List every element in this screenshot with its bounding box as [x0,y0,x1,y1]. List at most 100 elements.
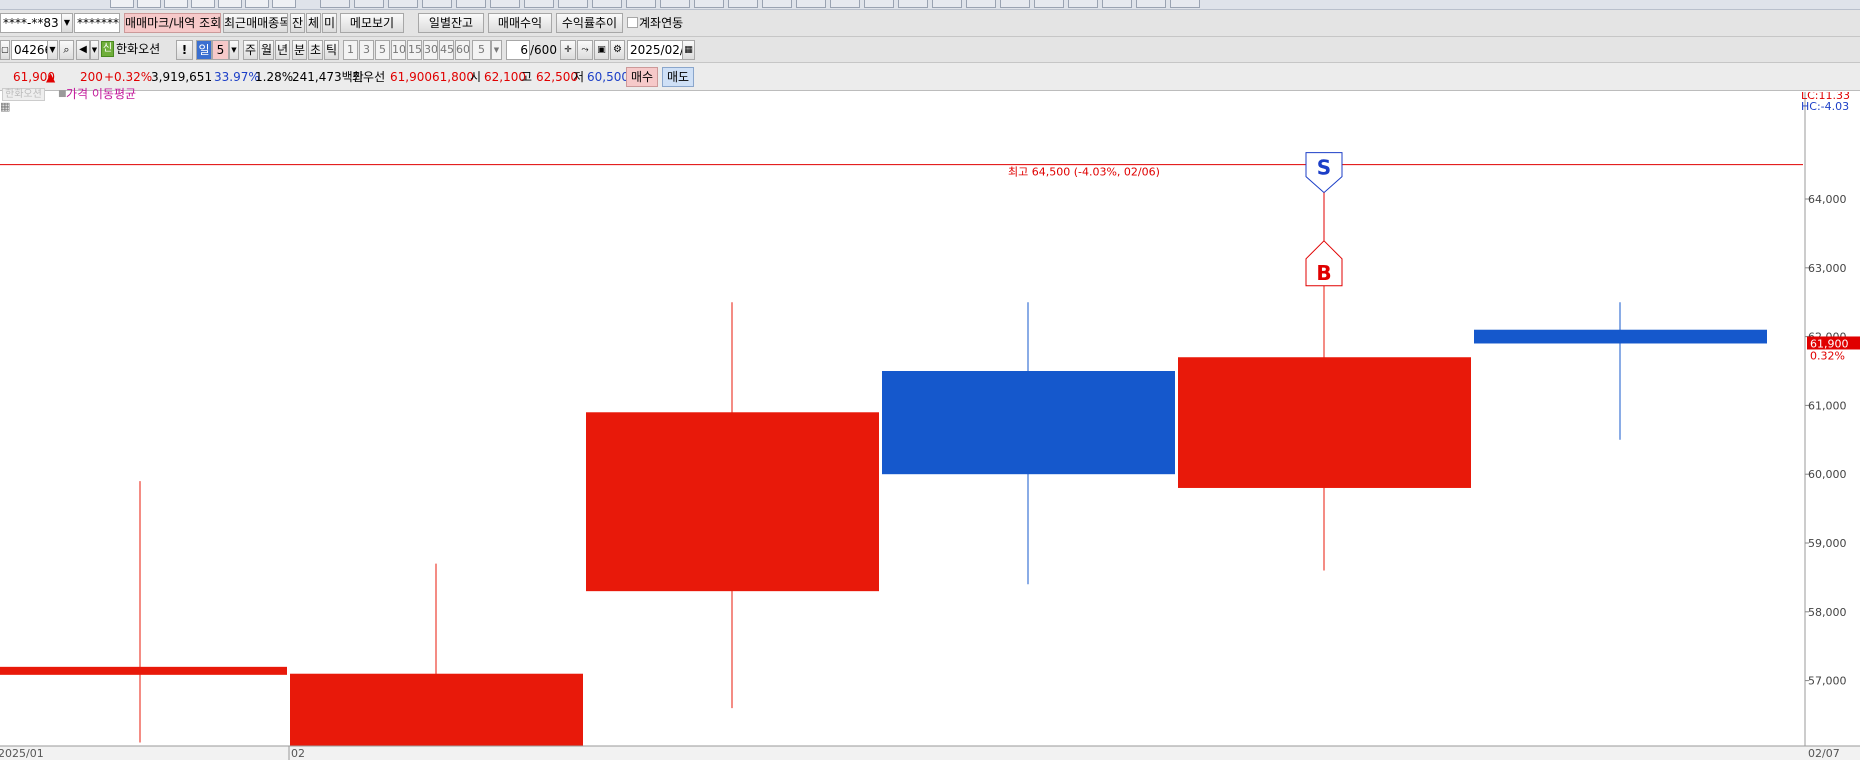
menu-item-stub[interactable] [1034,0,1064,8]
stock-name-field[interactable]: 한화오션 [114,40,175,60]
trade-profit-button[interactable]: 매매수익 [488,13,552,33]
sell-button[interactable]: 매도 [662,67,694,87]
stock-code-field[interactable]: 042660 [11,40,48,60]
menu-item-stub[interactable] [388,0,418,8]
mode-button-filled[interactable]: 체 [306,13,321,33]
menu-item-stub[interactable] [898,0,928,8]
interval-button-15[interactable]: 15 [407,40,422,60]
trendline-button[interactable]: ⤳ [577,40,593,60]
menu-tab-stub[interactable] [110,0,134,8]
period-month-button[interactable]: 월 [259,40,274,60]
profit-trend-button[interactable]: 수익률추이 [556,13,623,33]
menu-tab-stub[interactable] [164,0,188,8]
interval-button-3[interactable]: 3 [359,40,374,60]
sound-dropdown[interactable]: ▼ [90,40,99,60]
stock-info-button[interactable]: ! [176,40,193,60]
interval-button-10[interactable]: 10 [391,40,406,60]
candle-body[interactable] [586,412,879,592]
menu-item-stub[interactable] [456,0,486,8]
period-second-button[interactable]: 초 [308,40,323,60]
interval-button-5[interactable]: 5 [375,40,390,60]
sound-button[interactable]: ◀ [76,40,90,60]
calendar-button[interactable]: ▦ [682,40,695,60]
high-annotation: 최고 64,500 (-4.03%, 02/06) [1008,166,1160,179]
interval-button-1[interactable]: 1 [343,40,358,60]
menu-item-stub[interactable] [1068,0,1098,8]
menu-item-stub[interactable] [1136,0,1166,8]
menu-item-stub[interactable] [1102,0,1132,8]
menu-item-stub[interactable] [796,0,826,8]
menu-item-stub[interactable] [762,0,792,8]
menu-item-stub[interactable] [1170,0,1200,8]
menu-tab-stub[interactable] [245,0,269,8]
window-icon[interactable]: ▢ [0,40,10,60]
menu-tab-stub[interactable] [218,0,242,8]
interval-button-30[interactable]: 30 [423,40,438,60]
high-label: 고 [521,70,533,84]
candle-body[interactable] [0,666,287,675]
stock-code-dropdown[interactable]: ▼ [47,40,58,60]
menu-item-stub[interactable] [728,0,758,8]
menu-item-stub[interactable] [320,0,350,8]
account-link-checkbox[interactable] [627,17,638,28]
period-year-button[interactable]: 년 [275,40,290,60]
mode-button-unfilled[interactable]: 미 [322,13,337,33]
mode-button-balance[interactable]: 잔 [290,13,305,33]
period-day-button[interactable]: 일 [196,40,212,60]
candlestick-chart[interactable]: 64,00063,00062,00061,00060,00059,00058,0… [0,92,1860,760]
trading-window: { "window": {"title": ""}, "toolbar1": {… [0,0,1860,760]
candle-body[interactable] [1474,329,1767,344]
account-dropdown-button[interactable]: ▼ [61,13,73,33]
account-number-field[interactable]: ****-**83 [0,13,62,33]
menu-item-stub[interactable] [626,0,656,8]
candle-body[interactable] [1178,357,1471,488]
interval-button-60[interactable]: 60 [455,40,470,60]
interval-select[interactable]: 5 [472,40,491,60]
candle-body[interactable] [882,371,1175,475]
trade-mark-query-button[interactable]: 매매마크/내역 조회 [124,13,221,33]
period-minute-button[interactable]: 분 [292,40,307,60]
menu-item-stub[interactable] [558,0,588,8]
buy-signal-label: B [1316,261,1331,285]
menu-item-stub[interactable] [966,0,996,8]
grid-toggle-icon[interactable]: ▦ [0,99,10,115]
period-dropdown[interactable]: ▼ [229,40,239,60]
candle-count-field[interactable]: 6 [506,40,530,60]
menu-item-stub[interactable] [592,0,622,8]
menu-item-stub[interactable] [354,0,384,8]
gear-icon: ⚙ [613,44,622,55]
settings-button[interactable]: ⚙ [610,40,625,60]
menu-item-stub[interactable] [830,0,860,8]
recent-stocks-button[interactable]: 최근매매종목 [223,13,288,33]
ask-price: 61,900 [390,70,432,84]
sell-signal-label: S [1317,156,1331,180]
price-chart[interactable]: 64,00063,00062,00061,00060,00059,00058,0… [0,87,1860,760]
menu-item-stub[interactable] [1000,0,1030,8]
search-button[interactable]: ⌕ [59,40,74,60]
password-field[interactable]: ******** [74,13,120,33]
menu-item-stub[interactable] [932,0,962,8]
buy-button[interactable]: 매수 [626,67,658,87]
menu-item-stub[interactable] [864,0,894,8]
period-value-field[interactable]: 5 [212,40,229,60]
date-field[interactable]: 2025/02/07 [627,40,683,60]
best-quote-label: 최우선 [352,70,386,84]
menu-item-stub[interactable] [694,0,724,8]
menu-item-stub[interactable] [660,0,690,8]
save-button[interactable]: ▣ [594,40,609,60]
chart-toolbar: ▢ 042660 ▼ ⌕ ◀ ▼ 신 한화오션 ! 일 5 ▼ 주 월 년 분 … [0,37,1860,63]
menu-item-stub[interactable] [524,0,554,8]
menu-tab-stub[interactable] [137,0,161,8]
period-week-button[interactable]: 주 [243,40,258,60]
menu-tab-stub[interactable] [191,0,215,8]
menu-item-stub[interactable] [490,0,520,8]
daily-balance-button[interactable]: 일별잔고 [418,13,484,33]
menu-tab-stub[interactable] [272,0,296,8]
crosshair-button[interactable]: ✛ [560,40,576,60]
interval-button-45[interactable]: 45 [439,40,454,60]
period-tick-button[interactable]: 틱 [324,40,339,60]
memo-button[interactable]: 메모보기 [340,13,404,33]
interval-dropdown[interactable]: ▼ [491,40,502,60]
ma-legend-label[interactable]: 가격 이동평균 [66,86,136,102]
menu-item-stub[interactable] [422,0,452,8]
